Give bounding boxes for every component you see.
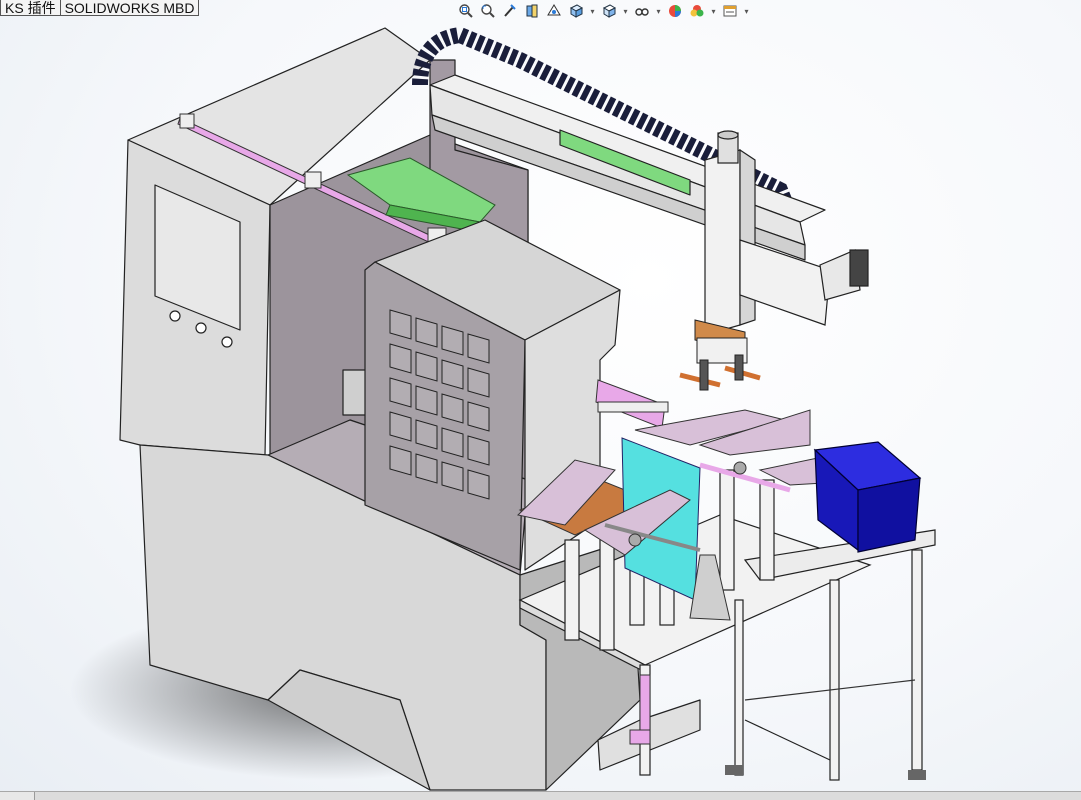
gripper-head[interactable]	[679, 319, 761, 391]
zoom-to-area-button[interactable]	[478, 2, 498, 20]
hide-show-items-icon	[635, 8, 649, 16]
display-style-icon	[602, 4, 617, 18]
previous-view-button[interactable]	[500, 2, 520, 20]
view-orientation-button[interactable]	[566, 2, 586, 20]
hide-show-items-button[interactable]	[632, 2, 652, 20]
pink-cylinder[interactable]	[595, 379, 669, 429]
hide-show-items-dropdown[interactable]: ▾	[654, 2, 663, 20]
command-manager-tabs: KS 插件 SOLIDWORKS MBD	[0, 0, 200, 16]
view-settings-icon	[723, 5, 737, 17]
tab-solidworks-mbd[interactable]: SOLIDWORKS MBD	[60, 0, 200, 16]
graphics-viewport[interactable]: KS 插件 SOLIDWORKS MBD ▾ ▾ ▾ ▾ ▾	[0, 0, 1081, 800]
cnc-loading-cell-model[interactable]	[0, 0, 1081, 799]
heads-up-view-toolbar: ▾ ▾ ▾ ▾ ▾	[456, 1, 751, 21]
dynamic-annotation-views-button[interactable]	[544, 2, 564, 20]
section-view-icon	[526, 4, 538, 18]
edit-appearance-button[interactable]	[665, 2, 685, 20]
apply-scene-icon	[690, 5, 704, 17]
section-view-button[interactable]	[522, 2, 542, 20]
view-orientation-icon	[569, 4, 584, 18]
tab-ks-plugin[interactable]: KS 插件	[0, 0, 61, 16]
edit-appearance-icon	[669, 5, 681, 17]
view-settings-button[interactable]	[720, 2, 740, 20]
leveling-feet	[725, 765, 926, 780]
view-orientation-dropdown[interactable]: ▾	[588, 2, 597, 20]
view-settings-dropdown[interactable]: ▾	[742, 2, 751, 20]
apply-scene-button[interactable]	[687, 2, 707, 20]
zoom-to-fit-icon	[459, 4, 473, 18]
apply-scene-dropdown[interactable]: ▾	[709, 2, 718, 20]
zoom-to-area-icon	[481, 4, 495, 18]
dynamic-annotation-views-icon	[547, 4, 561, 16]
blue-bin[interactable]	[813, 441, 922, 553]
display-style-dropdown[interactable]: ▾	[621, 2, 630, 20]
zoom-to-fit-button[interactable]	[456, 2, 476, 20]
previous-view-icon	[504, 4, 516, 17]
display-style-button[interactable]	[599, 2, 619, 20]
